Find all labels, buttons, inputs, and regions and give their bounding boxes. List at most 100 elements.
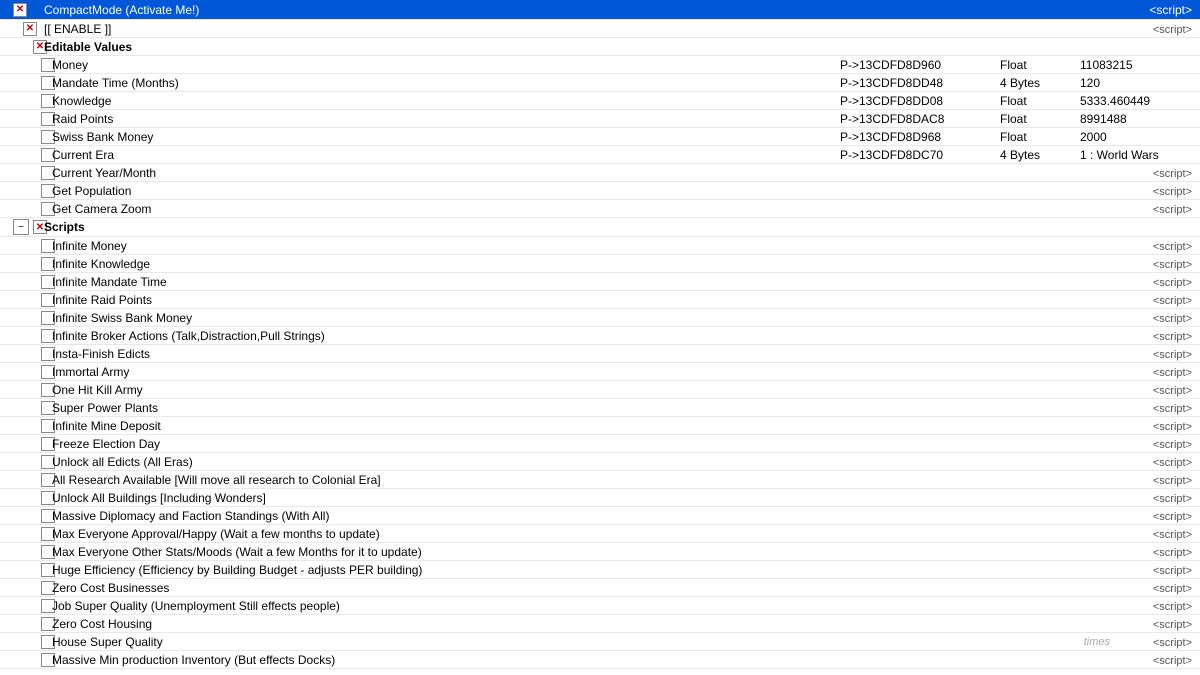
row-name: Swiss Bank Money — [48, 130, 840, 144]
row-checkbox-col — [0, 112, 48, 126]
row-address: P->13CDFD8DD08 — [840, 94, 1000, 108]
item-script: <script> — [1120, 473, 1200, 487]
row-type: Float — [1000, 130, 1080, 144]
row-value: 8991488 — [1080, 112, 1200, 126]
enable-script-label: <script> — [1153, 24, 1192, 36]
list-item: Massive Min production Inventory (But ef… — [0, 651, 1200, 669]
script-items-list: Infinite Money <script> Infinite Knowled… — [0, 237, 1200, 669]
header-title: CompactMode (Activate Me!) — [40, 3, 1120, 17]
list-item: House Super Quality <script> times — [0, 633, 1200, 651]
row-name: Raid Points — [48, 112, 840, 126]
row-address: P->13CDFD8DAC8 — [840, 112, 1000, 126]
item-checkbox-col — [0, 239, 48, 253]
table-row: Money P->13CDFD8D960 Float 11083215 — [0, 56, 1200, 74]
header-row: CompactMode (Activate Me!) <script> — [0, 0, 1200, 20]
item-name: Infinite Raid Points — [48, 293, 1120, 307]
row-value: 1 : World Wars — [1080, 148, 1200, 162]
item-name: Infinite Swiss Bank Money — [48, 311, 1120, 325]
item-checkbox-col — [0, 383, 48, 397]
list-item: Infinite Mandate Time <script> — [0, 273, 1200, 291]
table-row: Current Year/Month <script> — [0, 164, 1200, 182]
row-address: P->13CDFD8D968 — [840, 130, 1000, 144]
item-checkbox-col — [0, 617, 48, 631]
item-script: <script> — [1120, 293, 1200, 307]
item-name: Max Everyone Approval/Happy (Wait a few … — [48, 527, 1120, 541]
item-script: <script> — [1120, 653, 1200, 667]
item-name: Unlock all Edicts (All Eras) — [48, 455, 1120, 469]
row-checkbox-col — [0, 184, 48, 198]
row-type: Float — [1000, 94, 1080, 108]
item-checkbox-col — [0, 473, 48, 487]
item-name: Infinite Broker Actions (Talk,Distractio… — [48, 329, 1120, 343]
list-item: Massive Diplomacy and Faction Standings … — [0, 507, 1200, 525]
item-checkbox-col — [0, 311, 48, 325]
item-name: Freeze Election Day — [48, 437, 1120, 451]
main-container: CompactMode (Activate Me!) <script> [[ E… — [0, 0, 1200, 675]
item-script: <script> — [1120, 401, 1200, 415]
row-type: Float — [1000, 58, 1080, 72]
item-checkbox-col — [0, 581, 48, 595]
enable-label: [[ ENABLE ]] — [40, 22, 1120, 36]
table-row: Raid Points P->13CDFD8DAC8 Float 8991488 — [0, 110, 1200, 128]
item-name: Max Everyone Other Stats/Moods (Wait a f… — [48, 545, 1120, 559]
header-checkbox[interactable] — [13, 3, 27, 17]
item-script: <script> — [1120, 257, 1200, 271]
item-checkbox-col — [0, 545, 48, 559]
list-item: Infinite Swiss Bank Money <script> — [0, 309, 1200, 327]
enable-checkbox[interactable] — [23, 22, 37, 36]
editable-values-label: Editable Values — [40, 40, 1200, 54]
list-item: Insta-Finish Edicts <script> — [0, 345, 1200, 363]
editable-header-checkbox-col — [0, 40, 40, 54]
row-name: Knowledge — [48, 94, 840, 108]
item-checkbox-col — [0, 293, 48, 307]
item-checkbox-col — [0, 365, 48, 379]
item-script: <script> — [1120, 581, 1200, 595]
list-item: Super Power Plants <script> — [0, 399, 1200, 417]
scripts-section-header: − Scripts — [0, 218, 1200, 237]
list-item: Infinite Knowledge <script> — [0, 255, 1200, 273]
editable-values-header: Editable Values — [0, 38, 1200, 56]
item-name: Huge Efficiency (Efficiency by Building … — [48, 563, 1120, 577]
list-item: All Research Available [Will move all re… — [0, 471, 1200, 489]
list-item: One Hit Kill Army <script> — [0, 381, 1200, 399]
item-checkbox-col — [0, 599, 48, 613]
item-name: Infinite Money — [48, 239, 1120, 253]
item-script: <script> — [1120, 527, 1200, 541]
header-script-label: <script> — [1149, 3, 1192, 17]
item-checkbox-col — [0, 635, 48, 649]
list-item: Infinite Mine Deposit <script> — [0, 417, 1200, 435]
item-script: <script> — [1120, 617, 1200, 631]
item-script: <script> — [1120, 455, 1200, 469]
expand-icon[interactable]: − — [13, 219, 29, 235]
list-item: Freeze Election Day <script> — [0, 435, 1200, 453]
scripts-header-checkbox-col: − — [0, 219, 40, 235]
item-checkbox-col — [0, 419, 48, 433]
item-script: <script> — [1120, 383, 1200, 397]
item-name: Super Power Plants — [48, 401, 1120, 415]
row-checkbox-col — [0, 58, 48, 72]
header-script-tag: <script> — [1120, 3, 1200, 17]
item-checkbox-col — [0, 257, 48, 271]
list-item: Unlock all Edicts (All Eras) <script> — [0, 453, 1200, 471]
item-checkbox-col — [0, 329, 48, 343]
item-name: House Super Quality — [48, 635, 1120, 649]
item-name: Immortal Army — [48, 365, 1120, 379]
item-checkbox-col — [0, 437, 48, 451]
table-row: Current Era P->13CDFD8DC70 4 Bytes 1 : W… — [0, 146, 1200, 164]
enable-checkbox-col — [0, 22, 40, 36]
item-script: <script> — [1120, 329, 1200, 343]
item-script: <script> — [1120, 491, 1200, 505]
row-checkbox-col — [0, 94, 48, 108]
item-name: Zero Cost Housing — [48, 617, 1120, 631]
item-checkbox-col — [0, 509, 48, 523]
table-row: Mandate Time (Months) P->13CDFD8DD48 4 B… — [0, 74, 1200, 92]
item-script: <script> — [1120, 311, 1200, 325]
row-checkbox-col — [0, 148, 48, 162]
list-item: Zero Cost Housing <script> — [0, 615, 1200, 633]
row-checkbox-col — [0, 76, 48, 90]
item-name: One Hit Kill Army — [48, 383, 1120, 397]
item-name: Zero Cost Businesses — [48, 581, 1120, 595]
table-row: Knowledge P->13CDFD8DD08 Float 5333.4604… — [0, 92, 1200, 110]
item-name: Job Super Quality (Unemployment Still ef… — [48, 599, 1120, 613]
item-script: <script> — [1120, 365, 1200, 379]
